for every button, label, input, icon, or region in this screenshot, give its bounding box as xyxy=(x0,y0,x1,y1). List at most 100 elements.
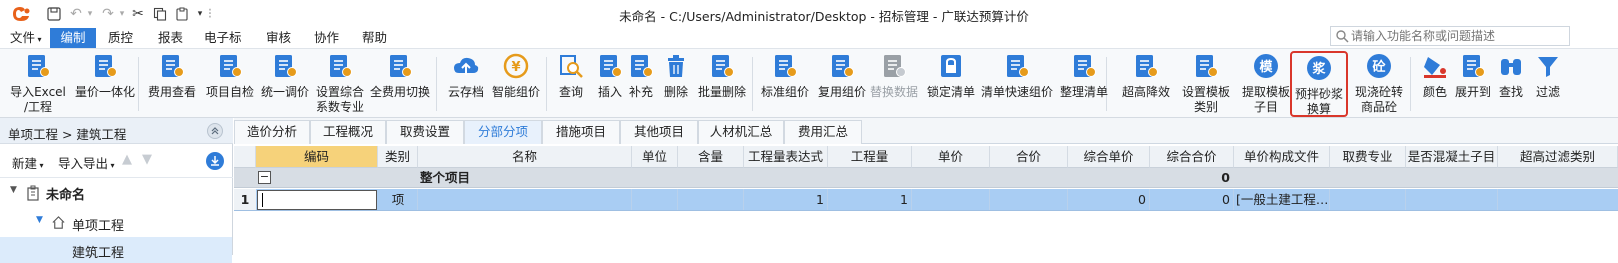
ribbon-button-label: 补充 xyxy=(628,85,653,99)
fee-view-button[interactable]: 费用查看 xyxy=(146,51,198,117)
group-toggle-icon[interactable]: − xyxy=(258,171,271,184)
col-header-composite-total[interactable]: 综合合价 xyxy=(1150,146,1234,168)
tab-project-overview[interactable]: 工程概况 xyxy=(310,120,386,144)
collapse-panel-icon[interactable] xyxy=(207,123,223,139)
col-header-type[interactable]: 类别 xyxy=(378,146,418,168)
col-header-is-concrete[interactable]: 是否混凝土子目 xyxy=(1406,146,1498,168)
expression-cell[interactable]: 1 xyxy=(744,189,828,210)
tab-cost-analysis[interactable]: 造价分析 xyxy=(234,120,310,144)
filter-button[interactable]: 过滤 xyxy=(1532,51,1564,117)
insert-button[interactable]: 插入 xyxy=(594,51,626,117)
menu-help[interactable]: 帮助 xyxy=(354,28,395,48)
delete-button[interactable]: 删除 xyxy=(660,51,692,117)
set-composite-button[interactable]: 设置综合 系数专业 xyxy=(312,51,368,117)
unit-cell[interactable] xyxy=(632,189,678,210)
menu-quality[interactable]: 质控 xyxy=(100,28,141,48)
quick-price-button[interactable]: 清单快速组价 xyxy=(980,51,1054,117)
standard-price-button[interactable]: 标准组价 xyxy=(760,51,810,117)
move-down-icon[interactable]: ▼ xyxy=(142,152,152,167)
price-integration-button[interactable]: 量价一体化 xyxy=(70,51,140,117)
reuse-price-button[interactable]: 复用组价 xyxy=(818,51,866,117)
col-header-quantity[interactable]: 工程量 xyxy=(828,146,912,168)
content-cell[interactable] xyxy=(678,189,744,210)
is-concrete-cell[interactable] xyxy=(1406,189,1498,210)
tab-divisional-items[interactable]: 分部分项 xyxy=(464,120,542,144)
smart-price-button[interactable]: ¥ 智能组价 xyxy=(490,51,542,117)
menu-report[interactable]: 报表 xyxy=(150,28,191,48)
tree-node-root[interactable]: ▼ 未命名 xyxy=(0,180,232,206)
col-header-unit[interactable]: 单位 xyxy=(632,146,678,168)
total-cell[interactable] xyxy=(990,189,1068,210)
col-header-price-file[interactable]: 单价构成文件 xyxy=(1234,146,1330,168)
self-check-button[interactable]: 项目自检 xyxy=(204,51,256,117)
col-header-composite-price[interactable]: 综合单价 xyxy=(1068,146,1150,168)
new-button[interactable]: 新建 ▾ xyxy=(12,153,44,172)
query-button[interactable]: 查询 xyxy=(554,51,588,117)
replace-data-button[interactable]: 替换数据 xyxy=(870,51,918,117)
menu-edit[interactable]: 编制 xyxy=(50,28,96,48)
tidy-list-button[interactable]: 整理清单 xyxy=(1058,51,1110,117)
composite-total-cell[interactable]: 0 xyxy=(1150,189,1234,210)
tab-fee-settings[interactable]: 取费设置 xyxy=(386,120,464,144)
lock-list-button[interactable]: 锁定清单 xyxy=(926,51,976,117)
col-header-code[interactable]: 编码 xyxy=(256,146,378,168)
group-row-whole-project[interactable]: − 整个项目 0 xyxy=(234,168,1618,188)
price-file-cell[interactable]: [一般土建工程… xyxy=(1236,189,1330,210)
height-filter-cell[interactable] xyxy=(1498,189,1618,210)
premix-mortar-button[interactable]: 浆预拌砂浆 换算 xyxy=(1290,51,1348,117)
col-header-content[interactable]: 含量 xyxy=(678,146,744,168)
col-header-expression[interactable]: 工程量表达式 xyxy=(744,146,828,168)
tree-node-single-project[interactable]: ▼ 单项工程 xyxy=(0,210,232,236)
supplement-button[interactable]: 补充 xyxy=(626,51,656,117)
menu-collab[interactable]: 协作 xyxy=(306,28,347,48)
function-search-box[interactable] xyxy=(1330,26,1570,46)
color-button[interactable]: 颜色 xyxy=(1420,51,1450,117)
reuse-price-icon xyxy=(829,51,855,82)
fee-major-cell[interactable] xyxy=(1330,189,1406,210)
col-header-height-filter[interactable]: 超高过滤类别 xyxy=(1498,146,1618,168)
cloud-save-button[interactable]: 云存档 xyxy=(444,51,488,117)
cast-concrete-button[interactable]: 砼现浇砼转 商品砼 xyxy=(1352,51,1406,117)
tree-node-building-project[interactable]: 建筑工程 xyxy=(0,237,232,263)
find-button[interactable]: 查找 xyxy=(1496,51,1526,117)
type-cell[interactable]: 项 xyxy=(378,189,418,210)
unified-price-button[interactable]: 统一调价 xyxy=(260,51,310,117)
extract-template-button[interactable]: 模提取模板 子目 xyxy=(1240,51,1292,117)
full-switch-button[interactable]: 全费用切换 xyxy=(368,51,432,117)
tab-labor-material-summary[interactable]: 人材机汇总 xyxy=(698,120,784,144)
col-header-total[interactable]: 合价 xyxy=(990,146,1068,168)
table-row[interactable]: 1 项 1 1 0 0 [一般土建工程… xyxy=(234,189,1618,211)
download-icon[interactable] xyxy=(206,152,224,170)
unit-price-cell[interactable] xyxy=(912,189,990,210)
import-export-button[interactable]: 导入导出 ▾ xyxy=(58,153,115,172)
tree-collapse-icon[interactable]: ▼ xyxy=(36,215,43,225)
ribbon-button-label: 清单快速组价 xyxy=(980,85,1053,99)
name-cell[interactable] xyxy=(418,189,632,210)
mortar-icon: 浆 xyxy=(1306,53,1332,84)
tab-cost-summary[interactable]: 费用汇总 xyxy=(784,120,862,144)
col-header-unit-price[interactable]: 单价 xyxy=(912,146,990,168)
tab-measures[interactable]: 措施项目 xyxy=(542,120,620,144)
menu-e-bid[interactable]: 电子标 xyxy=(196,28,250,48)
tab-other-items[interactable]: 其他项目 xyxy=(620,120,698,144)
standard-price-icon xyxy=(772,51,798,82)
move-up-icon[interactable]: ▲ xyxy=(122,152,132,167)
ribbon-button-label-line2: 换算 xyxy=(1306,102,1331,116)
batch-delete-button[interactable]: 批量删除 xyxy=(696,51,748,117)
high-efficiency-button[interactable]: 超高降效 xyxy=(1116,51,1176,117)
template-category-button[interactable]: 设置模板 类别 xyxy=(1180,51,1232,117)
import-excel-button[interactable]: 导入Excel/工程 xyxy=(8,51,68,117)
menu-file[interactable]: 文件 ▾ xyxy=(2,28,50,48)
quantity-cell[interactable]: 1 xyxy=(828,189,912,210)
tree-collapse-icon[interactable]: ▼ xyxy=(10,185,17,195)
expand-to-button[interactable]: 展开到 xyxy=(1455,51,1492,117)
group-name: 整个项目 xyxy=(420,170,471,185)
title-bar: ↶ ▾ ↷ ▾ ✂ ▾ ⁝ 未命名 - C:/Users/Administrat… xyxy=(0,0,1618,28)
menu-review[interactable]: 审核 xyxy=(258,28,299,48)
ribbon-button-label: 展开到 xyxy=(1455,85,1492,99)
function-search-input[interactable] xyxy=(1351,28,1563,44)
col-header-fee-major[interactable]: 取费专业 xyxy=(1330,146,1406,168)
composite-price-cell[interactable]: 0 xyxy=(1068,189,1150,210)
code-cell-editor[interactable] xyxy=(257,190,377,210)
col-header-name[interactable]: 名称 xyxy=(418,146,632,168)
